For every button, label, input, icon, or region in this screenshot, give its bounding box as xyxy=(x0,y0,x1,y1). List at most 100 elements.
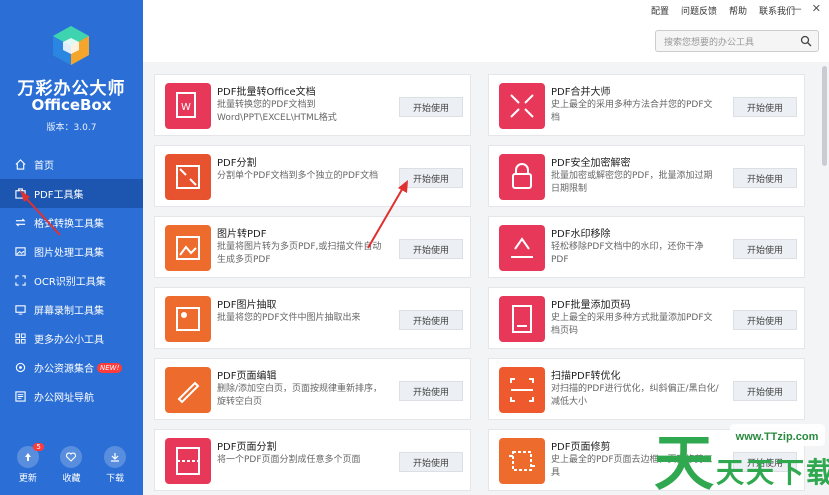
grid-icon xyxy=(14,333,26,345)
tool-card[interactable]: PDF分割分割单个PDF文档到多个独立的PDF文档 开始使用 xyxy=(154,145,471,207)
tool-title: PDF合并大师 xyxy=(551,87,611,98)
tool-title: PDF水印移除 xyxy=(551,229,611,240)
tool-title: 图片转PDF xyxy=(217,229,267,240)
tool-card[interactable]: 图片转PDF 批量将图片转为多页PDF,或扫描文件自动生成多页PDF 开始使用 xyxy=(154,216,471,278)
scan-optimize-icon xyxy=(499,367,545,413)
app-name-en: OfficeBox xyxy=(31,96,112,114)
pdf-to-office-icon: W xyxy=(165,83,211,129)
tool-description: 删除/添加空白页，页面按规律重新排序，旋转空白页 xyxy=(217,384,383,407)
start-use-button[interactable]: 开始使用 xyxy=(399,310,463,330)
start-use-button[interactable]: 开始使用 xyxy=(399,239,463,259)
pdf-merge-icon xyxy=(499,83,545,129)
sidebar-item-more-tools[interactable]: 更多办公小工具 xyxy=(0,324,143,353)
feedback-link[interactable]: 问题反馈 xyxy=(681,4,717,17)
tool-title: 扫描PDF转优化 xyxy=(551,371,621,382)
sidebar-item-nav-links[interactable]: 办公网址导航 xyxy=(0,382,143,411)
page-crop-icon xyxy=(499,438,545,484)
start-use-button[interactable]: 开始使用 xyxy=(733,310,797,330)
tool-title: PDF批量添加页码 xyxy=(551,300,631,311)
pdf-image-extract-icon xyxy=(165,296,211,342)
tool-description: 将一个PDF页面分割成任意多个页面 xyxy=(217,455,361,465)
tool-description: 批量转换您的PDF文档到Word\PPT\EXCEL\HTML格式 xyxy=(217,100,337,123)
scrollbar[interactable] xyxy=(822,66,827,166)
tool-title: PDF页面编辑 xyxy=(217,371,277,382)
tool-description: 对扫描的PDF进行优化，纠斜偏正/黑白化/减低大小 xyxy=(551,384,719,407)
resource-icon xyxy=(14,362,26,374)
sidebar-item-label: 图片处理工具集 xyxy=(34,248,104,259)
start-use-button[interactable]: 开始使用 xyxy=(399,381,463,401)
pdf-tools-icon xyxy=(14,188,26,200)
contact-link[interactable]: 联系我们 xyxy=(759,4,795,17)
ttzip-watermark: www.TTzip.com 天 天天下载 xyxy=(654,424,829,495)
watermark-url: www.TTzip.com xyxy=(735,431,819,443)
minimize-icon[interactable]: — xyxy=(791,2,802,15)
sidebar-item-label: 首页 xyxy=(34,161,54,172)
sidebar-item-resources[interactable]: 办公资源集合 NEW! xyxy=(0,353,143,382)
start-use-button[interactable]: 开始使用 xyxy=(733,239,797,259)
tool-description: 批量加密或解密您的PDF，批量添加过期日期限制 xyxy=(551,171,713,194)
tool-description: 批量将您的PDF文件中图片抽取出来 xyxy=(217,313,361,323)
tool-card[interactable]: PDF合并大师史上最全的采用多种方法合并您的PDF文档 开始使用 xyxy=(488,74,805,136)
start-use-button[interactable]: 开始使用 xyxy=(399,452,463,472)
start-use-button[interactable]: 开始使用 xyxy=(733,97,797,117)
heart-icon xyxy=(60,446,83,468)
watermark-remove-icon xyxy=(499,225,545,271)
update-count-badge: 5 xyxy=(33,443,44,451)
sidebar-item-pdf-tools[interactable]: PDF工具集 xyxy=(0,179,143,208)
sidebar-item-screen-record[interactable]: 屏幕录制工具集 xyxy=(0,295,143,324)
start-use-button[interactable]: 开始使用 xyxy=(399,168,463,188)
update-label: 更新 xyxy=(18,474,37,484)
download-icon xyxy=(104,446,127,468)
top-links: 配置 问题反馈 帮助 联系我们 xyxy=(651,4,795,17)
sidebar-item-label: 格式转换工具集 xyxy=(34,219,104,230)
tool-card[interactable]: PDF页面编辑删除/添加空白页，页面按规律重新排序，旋转空白页 开始使用 xyxy=(154,358,471,420)
svg-text:W: W xyxy=(181,102,191,113)
sidebar-item-label: 更多办公小工具 xyxy=(34,335,104,346)
screen-record-icon xyxy=(14,304,26,316)
page-number-icon xyxy=(499,296,545,342)
tool-title: PDF安全加密解密 xyxy=(551,158,631,169)
sidebar-item-convert[interactable]: 格式转换工具集 xyxy=(0,208,143,237)
tool-card[interactable]: W PDF批量转Office文档 批量转换您的PDF文档到Word\PPT\EXCE… xyxy=(154,74,471,136)
config-link[interactable]: 配置 xyxy=(651,4,669,17)
app-version: 版本：3.0.7 xyxy=(46,123,97,133)
sidebar-item-image[interactable]: 图片处理工具集 xyxy=(0,237,143,266)
search-icon[interactable] xyxy=(800,35,812,47)
tool-description: 分割单个PDF文档到多个独立的PDF文档 xyxy=(217,171,379,181)
search-placeholder: 搜索您想要的办公工具 xyxy=(664,37,755,48)
update-button[interactable]: 5 更新 xyxy=(10,443,46,484)
watermark-logo: 天 xyxy=(654,429,714,495)
home-icon xyxy=(14,159,26,171)
tool-description: 史上最全的采用多种方法合并您的PDF文档 xyxy=(551,100,713,123)
tool-description: 批量将图片转为多页PDF,或扫描文件自动生成多页PDF xyxy=(217,242,382,265)
sidebar-nav: 首页 PDF工具集 格式转换工具集 图片处理工具集 OCR识别工具集 屏幕录制工… xyxy=(0,150,143,411)
tool-card[interactable]: PDF批量添加页码史上最全的采用多种方式批量添加PDF文档页码 开始使用 xyxy=(488,287,805,349)
tool-card[interactable]: PDF图片抽取 批量将您的PDF文件中图片抽取出来 开始使用 xyxy=(154,287,471,349)
new-badge: NEW! xyxy=(97,362,123,373)
sidebar-item-label: PDF工具集 xyxy=(34,190,84,201)
favorites-label: 收藏 xyxy=(62,474,81,484)
search-input[interactable]: 搜索您想要的办公工具 xyxy=(655,30,819,52)
tool-card[interactable]: PDF水印移除 轻松移除PDF文档中的水印，还你干净PDF 开始使用 xyxy=(488,216,805,278)
sidebar-item-home[interactable]: 首页 xyxy=(0,150,143,179)
sidebar-item-ocr[interactable]: OCR识别工具集 xyxy=(0,266,143,295)
start-use-button[interactable]: 开始使用 xyxy=(399,97,463,117)
download-button[interactable]: 下载 xyxy=(97,446,133,484)
window-controls: — ✕ xyxy=(791,2,821,15)
close-icon[interactable]: ✕ xyxy=(812,2,821,15)
download-label: 下载 xyxy=(106,474,125,484)
tool-card[interactable]: PDF页面分割 将一个PDF页面分割成任意多个页面 开始使用 xyxy=(154,429,471,491)
tool-card[interactable]: PDF安全加密解密批量加密或解密您的PDF，批量添加过期日期限制 开始使用 xyxy=(488,145,805,207)
watermark-text: 天天下载 xyxy=(716,456,829,489)
help-link[interactable]: 帮助 xyxy=(729,4,747,17)
sidebar-item-label: 办公资源集合 xyxy=(34,364,94,375)
favorites-button[interactable]: 收藏 xyxy=(53,446,89,484)
start-use-button[interactable]: 开始使用 xyxy=(733,168,797,188)
image-to-pdf-icon xyxy=(165,225,211,271)
tool-card[interactable]: 扫描PDF转优化对扫描的PDF进行优化，纠斜偏正/黑白化/减低大小 开始使用 xyxy=(488,358,805,420)
tool-description: 史上最全的采用多种方式批量添加PDF文档页码 xyxy=(551,313,713,336)
start-use-button[interactable]: 开始使用 xyxy=(733,381,797,401)
convert-icon xyxy=(14,217,26,229)
sidebar-item-label: 屏幕录制工具集 xyxy=(34,306,104,317)
tool-title: PDF分割 xyxy=(217,158,257,169)
